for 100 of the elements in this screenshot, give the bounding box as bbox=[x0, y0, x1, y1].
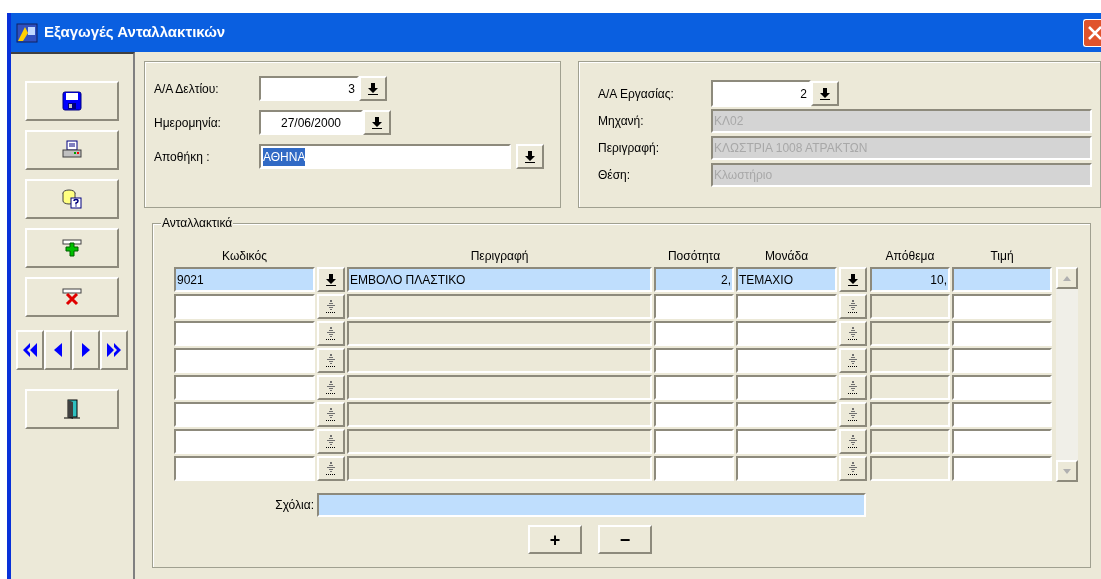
down-arrow-icon bbox=[820, 87, 830, 100]
input-field[interactable]: 27/06/2000 bbox=[259, 110, 363, 135]
down-arrow-icon bbox=[525, 150, 535, 163]
field-value: ΑΘΗΝΑ bbox=[263, 147, 306, 166]
field-label: Α/Α Δελτίου: bbox=[154, 80, 220, 98]
table-cell[interactable] bbox=[654, 294, 734, 319]
printer-icon bbox=[62, 140, 82, 160]
comments-label: Σχόλια: bbox=[274, 497, 315, 514]
add-button[interactable]: + bbox=[528, 525, 582, 554]
input-field[interactable]: 3 bbox=[259, 76, 359, 101]
down-arrow-icon bbox=[848, 434, 858, 449]
column-header: Τιμή bbox=[989, 248, 1015, 265]
table-cell[interactable] bbox=[654, 348, 734, 373]
table-cell[interactable] bbox=[736, 348, 837, 373]
field-label: Θέση: bbox=[598, 166, 632, 184]
down-arrow-icon bbox=[848, 326, 858, 341]
field-label: Αποθήκη : bbox=[154, 148, 211, 166]
down-arrow-icon bbox=[326, 380, 336, 395]
dropdown-button[interactable] bbox=[363, 110, 391, 135]
down-arrow-icon bbox=[326, 299, 336, 314]
down-arrow-icon bbox=[368, 82, 378, 95]
field-label: Α/Α Εργασίας: bbox=[598, 85, 675, 103]
table-cell[interactable] bbox=[952, 294, 1052, 319]
table-cell[interactable] bbox=[952, 402, 1052, 427]
door-icon bbox=[62, 398, 82, 420]
window-title: Εξαγωγές Ανταλλακτικών bbox=[44, 22, 226, 43]
input-field[interactable]: 2 bbox=[711, 80, 811, 107]
previous-record-icon bbox=[52, 341, 64, 359]
table-cell[interactable] bbox=[174, 456, 315, 481]
table-cell[interactable] bbox=[174, 294, 315, 319]
remove-button[interactable]: − bbox=[598, 525, 652, 554]
first-record-icon bbox=[21, 341, 39, 359]
field-value: 3 bbox=[348, 80, 355, 98]
delete-button[interactable] bbox=[25, 277, 119, 317]
down-arrow-icon bbox=[326, 326, 336, 341]
print-button[interactable] bbox=[25, 130, 119, 170]
dropdown-button[interactable] bbox=[516, 144, 544, 169]
table-cell[interactable] bbox=[174, 321, 315, 346]
comments-field[interactable] bbox=[317, 493, 866, 517]
table-cell[interactable] bbox=[174, 348, 315, 373]
down-arrow-icon bbox=[326, 407, 336, 422]
table-cell[interactable]: 9021 bbox=[174, 267, 315, 292]
table-cell: 10, bbox=[870, 267, 950, 292]
table-cell[interactable] bbox=[952, 348, 1052, 373]
add-button[interactable] bbox=[25, 228, 119, 268]
down-arrow-icon bbox=[848, 407, 858, 422]
field-label: Ημερομηνία: bbox=[154, 114, 222, 132]
table-cell[interactable] bbox=[736, 321, 837, 346]
column-header: Κωδικός bbox=[221, 248, 268, 265]
scrollbar[interactable] bbox=[1056, 267, 1078, 482]
field-label: Μηχανή: bbox=[598, 112, 645, 130]
down-arrow-icon bbox=[326, 434, 336, 449]
table-cell[interactable] bbox=[654, 429, 734, 454]
table-cell[interactable] bbox=[952, 456, 1052, 481]
down-arrow-icon bbox=[848, 353, 858, 368]
dropdown-button[interactable] bbox=[839, 267, 867, 292]
table-cell[interactable] bbox=[174, 402, 315, 427]
table-cell[interactable] bbox=[736, 375, 837, 400]
table-cell[interactable] bbox=[174, 375, 315, 400]
database-question-icon bbox=[62, 189, 82, 209]
scroll-up-button[interactable] bbox=[1056, 267, 1078, 289]
table-cell[interactable] bbox=[952, 429, 1052, 454]
column-header: Ποσότητα bbox=[666, 248, 722, 265]
add-row-icon bbox=[62, 238, 82, 258]
table-cell[interactable] bbox=[952, 321, 1052, 346]
table-cell[interactable] bbox=[736, 402, 837, 427]
first-button[interactable] bbox=[16, 330, 44, 370]
input-field[interactable]: ΑΘΗΝΑ bbox=[259, 144, 511, 169]
next-record-icon bbox=[80, 341, 92, 359]
query-button[interactable] bbox=[25, 179, 119, 219]
table-cell[interactable]: 2, bbox=[654, 267, 734, 292]
table-cell[interactable] bbox=[174, 429, 315, 454]
column-header: Περιγραφή bbox=[469, 248, 530, 265]
last-button[interactable] bbox=[100, 330, 128, 370]
delete-row-icon bbox=[62, 287, 82, 307]
dropdown-button[interactable] bbox=[811, 81, 839, 106]
table-cell[interactable] bbox=[736, 456, 837, 481]
down-arrow-icon bbox=[326, 461, 336, 476]
table-cell[interactable] bbox=[952, 375, 1052, 400]
dropdown-button[interactable] bbox=[359, 76, 387, 101]
table-cell[interactable] bbox=[654, 321, 734, 346]
exit-button[interactable] bbox=[25, 389, 119, 429]
scroll-down-button[interactable] bbox=[1056, 460, 1078, 482]
table-cell[interactable]: ΤΕΜΑΧΙΟ bbox=[736, 267, 837, 292]
next-button[interactable] bbox=[72, 330, 100, 370]
table-cell[interactable] bbox=[654, 456, 734, 481]
previous-button[interactable] bbox=[44, 330, 72, 370]
table-cell[interactable] bbox=[654, 402, 734, 427]
down-arrow-icon bbox=[848, 461, 858, 476]
dropdown-button[interactable] bbox=[317, 267, 345, 292]
table-cell[interactable] bbox=[736, 429, 837, 454]
down-arrow-icon bbox=[848, 273, 858, 286]
column-header: Απόθεμα bbox=[884, 248, 936, 265]
table-cell[interactable] bbox=[736, 294, 837, 319]
field-label: Περιγραφή: bbox=[598, 139, 661, 157]
table-cell[interactable] bbox=[654, 375, 734, 400]
save-button[interactable] bbox=[25, 81, 119, 121]
close-button[interactable] bbox=[1083, 18, 1101, 47]
last-record-icon bbox=[105, 341, 123, 359]
table-cell[interactable] bbox=[952, 267, 1052, 292]
